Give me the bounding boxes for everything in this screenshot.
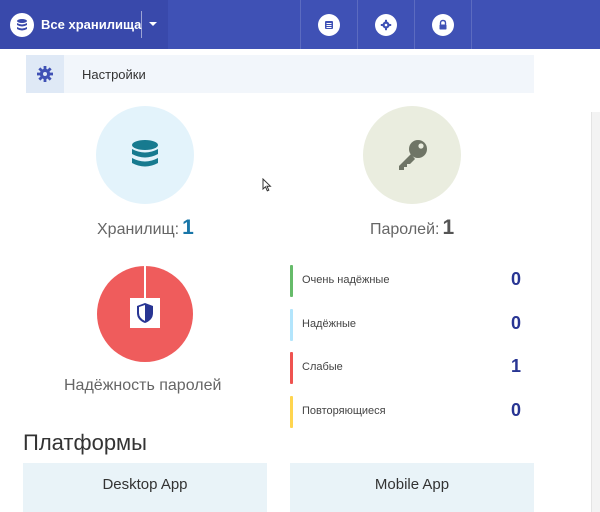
list-icon [318, 13, 340, 36]
legend-label: Очень надёжные [302, 274, 390, 286]
passwords-label: Паролей: [370, 221, 440, 238]
vaults-stat: Хранилищ: 1 [97, 216, 194, 240]
tab-separator [471, 0, 472, 49]
legend-bar [290, 265, 293, 297]
settings-label: Настройки [82, 66, 146, 82]
strength-very-strong: Очень надёжные 0 [290, 265, 530, 297]
tab-list[interactable] [301, 0, 357, 49]
chevron-down-icon[interactable] [148, 19, 158, 29]
strength-strong: Надёжные 0 [290, 309, 530, 341]
legend-value: 1 [510, 356, 521, 376]
legend-value: 0 [510, 269, 521, 289]
scrollbar[interactable] [591, 112, 600, 512]
key-icon [399, 140, 427, 170]
platform-mobile-app[interactable]: Mobile App [290, 463, 534, 512]
strength-weak: Слабые 1 [290, 352, 530, 384]
legend-label: Повторяющиеся [302, 405, 386, 417]
vaults-circle [96, 106, 194, 204]
database-icon [10, 12, 34, 37]
legend-bar [290, 352, 293, 384]
gear-icon [375, 13, 397, 36]
tab-lock[interactable] [415, 0, 471, 49]
vault-selector-button[interactable]: Все хранилища [0, 0, 168, 49]
tab-settings[interactable] [358, 0, 414, 49]
passwords-count: 1 [442, 216, 455, 239]
legend-value: 0 [510, 313, 521, 333]
vaults-count: 1 [182, 216, 194, 239]
top-bar: Все хранилища [0, 0, 600, 49]
password-strength-chart [97, 266, 193, 362]
legend-bar [290, 396, 293, 428]
legend-label: Слабые [302, 361, 343, 373]
legend-label: Надёжные [302, 318, 357, 330]
passwords-stat: Паролей: 1 [370, 216, 454, 240]
legend-bar [290, 309, 293, 341]
settings-row[interactable]: Настройки [26, 55, 534, 93]
legend-value: 0 [510, 400, 521, 420]
gear-icon [26, 55, 64, 93]
strength-caption: Надёжность паролей [64, 377, 222, 394]
vault-selector-label: Все хранилища [41, 17, 142, 32]
passwords-circle [363, 106, 461, 204]
strength-repeated: Повторяющиеся 0 [290, 396, 530, 428]
vault-selector-divider [141, 11, 142, 38]
lock-icon [432, 13, 454, 36]
vaults-label: Хранилищ: [97, 221, 180, 238]
platform-desktop-app[interactable]: Desktop App [23, 463, 267, 512]
database-icon [132, 140, 158, 167]
mouse-cursor-icon [262, 178, 272, 192]
platforms-title: Платформы [23, 430, 147, 455]
